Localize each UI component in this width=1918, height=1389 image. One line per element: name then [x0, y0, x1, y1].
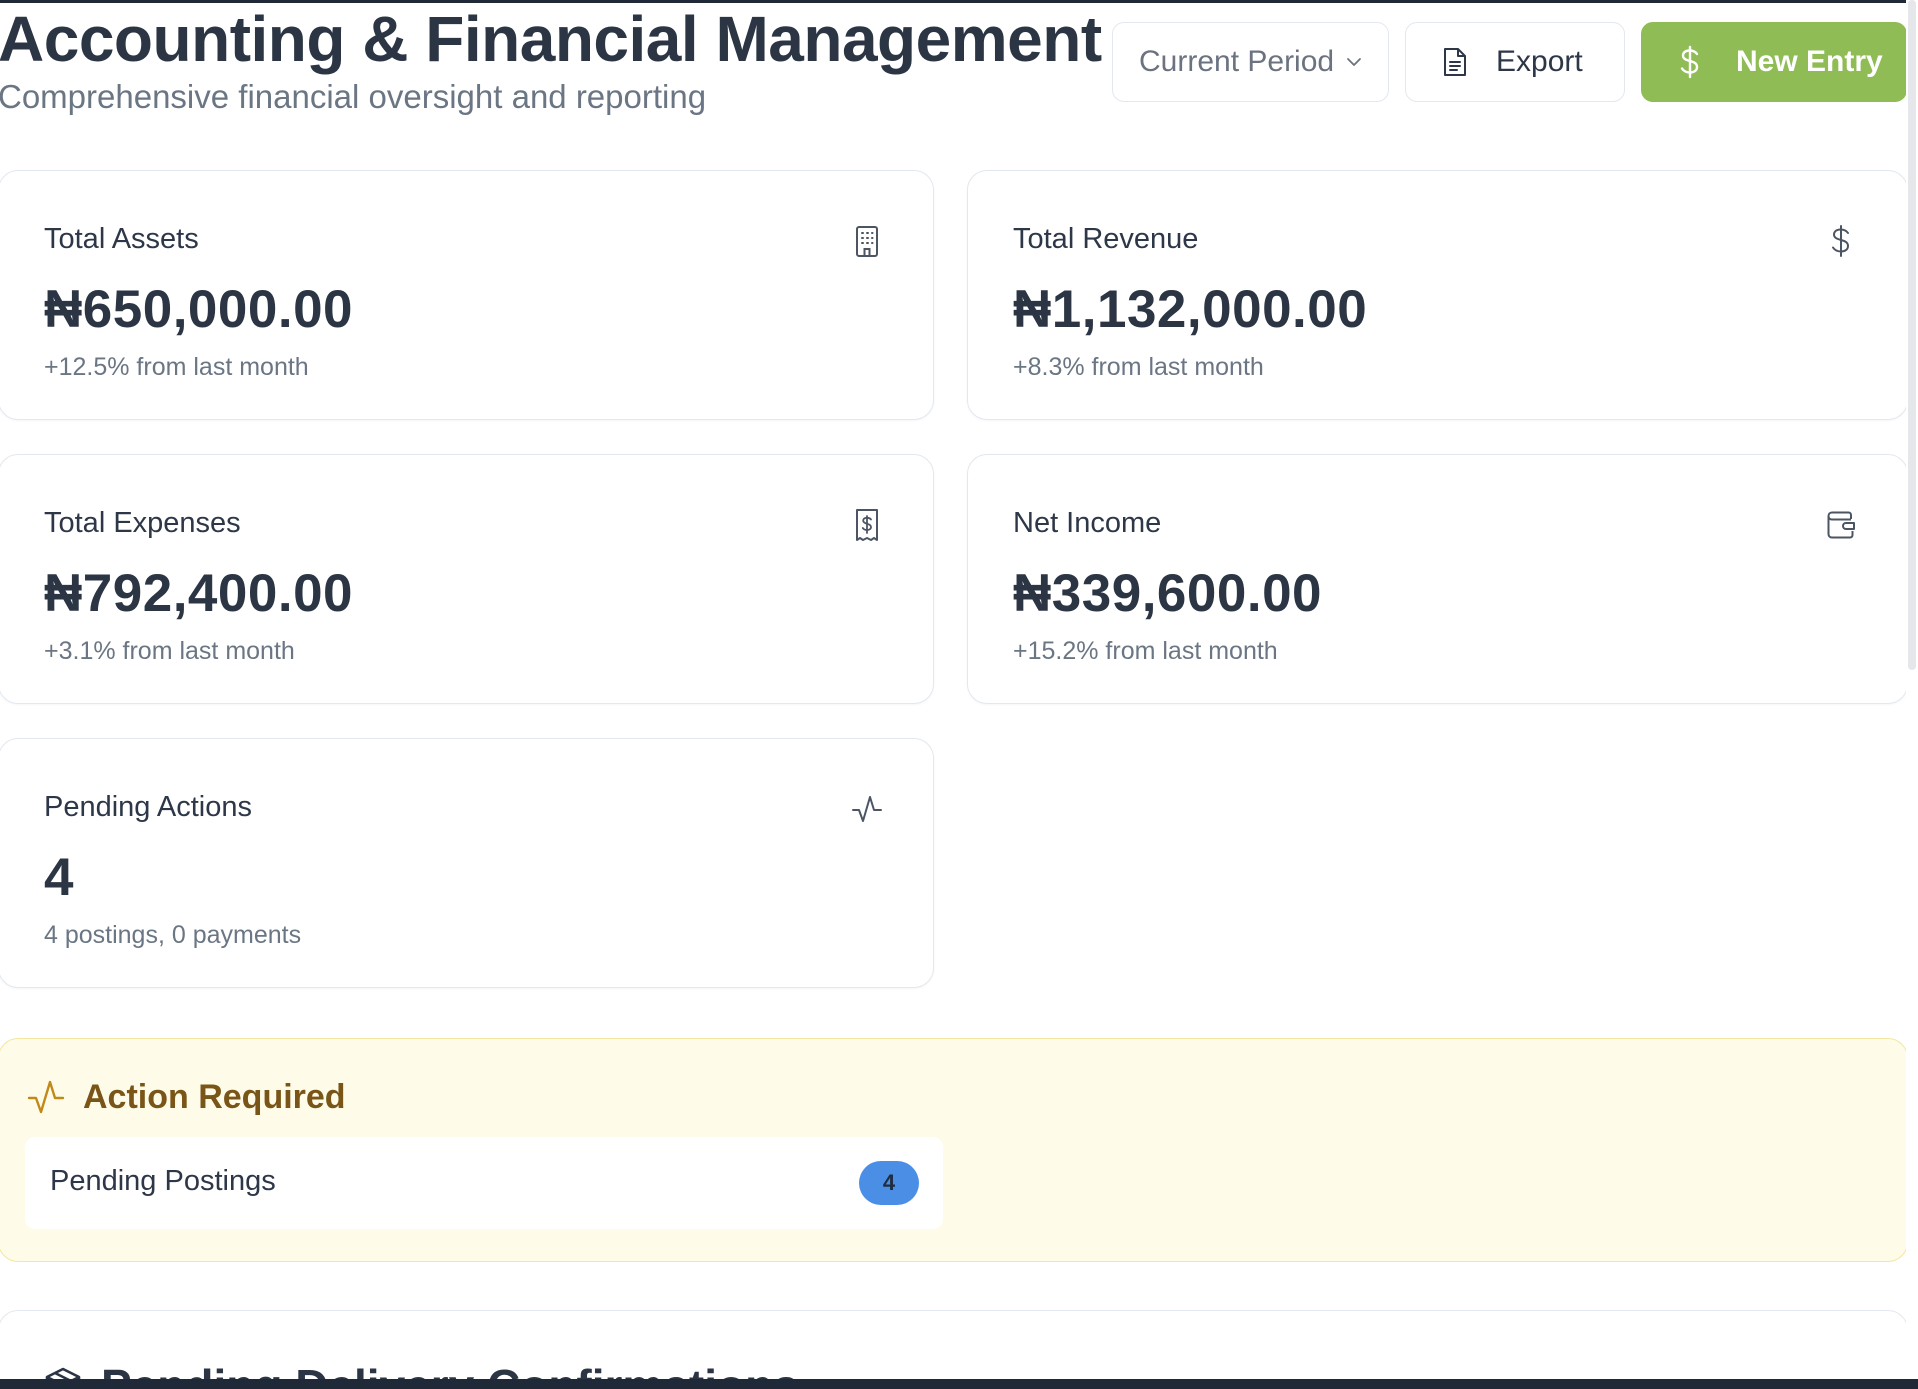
stat-card-total-expenses: Total Expenses ₦792,400.00 +3.1% from la…	[0, 454, 934, 704]
stat-card-pending-actions: Pending Actions 4 4 postings, 0 payments	[0, 738, 934, 988]
file-text-icon	[1444, 48, 1466, 76]
count-badge: 4	[859, 1161, 919, 1205]
dollar-icon	[1832, 225, 1850, 257]
receipt-icon	[856, 509, 878, 541]
card-label: Net Income	[1013, 507, 1162, 539]
page-scrollbar[interactable]	[1906, 0, 1918, 1389]
pending-delivery-panel: Pending Delivery Confirmations	[0, 1310, 1908, 1389]
export-label: Export	[1496, 45, 1583, 78]
dollar-icon	[1680, 45, 1699, 79]
card-note: +12.5% from last month	[44, 353, 309, 381]
new-entry-label: New Entry	[1736, 45, 1883, 78]
activity-icon	[852, 796, 882, 822]
card-label: Total Expenses	[44, 507, 241, 539]
card-label: Total Assets	[44, 223, 199, 255]
wallet-icon	[1827, 511, 1855, 539]
new-entry-button[interactable]: New Entry	[1641, 22, 1907, 102]
card-value: ₦1,132,000.00	[1013, 280, 1368, 339]
card-value: 4	[44, 848, 74, 907]
card-note: +15.2% from last month	[1013, 637, 1278, 665]
page-header: Accounting & Financial Management Compre…	[0, 0, 1910, 140]
building-icon	[856, 226, 878, 257]
action-required-panel: Action Required Pending Postings 4	[0, 1038, 1908, 1262]
period-select[interactable]: Current Period	[1112, 22, 1389, 102]
action-item-label: Pending Postings	[50, 1165, 276, 1197]
stat-card-net-income: Net Income ₦339,600.00 +15.2% from last …	[967, 454, 1908, 704]
pending-postings-item[interactable]: Pending Postings 4	[25, 1137, 943, 1229]
page-subtitle: Comprehensive financial oversight and re…	[0, 78, 707, 115]
export-button[interactable]: Export	[1405, 22, 1625, 102]
card-note: 4 postings, 0 payments	[44, 921, 302, 949]
app-viewport: Accounting & Financial Management Compre…	[0, 0, 1918, 1389]
chevron-down-icon	[1347, 58, 1361, 66]
action-required-header: Action Required	[27, 1077, 346, 1117]
activity-icon	[27, 1080, 65, 1114]
card-note: +8.3% from last month	[1013, 353, 1264, 381]
card-label: Pending Actions	[44, 791, 252, 823]
window-bottom-bar	[0, 1379, 1918, 1389]
scrollbar-thumb[interactable]	[1908, 0, 1916, 670]
card-label: Total Revenue	[1013, 223, 1199, 255]
stat-card-total-revenue: Total Revenue ₦1,132,000.00 +8.3% from l…	[967, 170, 1908, 420]
card-note: +3.1% from last month	[44, 637, 295, 665]
stat-card-total-assets: Total Assets ₦650,000.00 +12.5% from las…	[0, 170, 934, 420]
page-title: Accounting & Financial Management	[0, 3, 1102, 75]
card-value: ₦339,600.00	[1013, 564, 1323, 623]
action-required-title: Action Required	[83, 1077, 346, 1116]
card-value: ₦650,000.00	[44, 280, 354, 339]
period-select-value: Current Period	[1139, 45, 1335, 78]
card-value: ₦792,400.00	[44, 564, 354, 623]
